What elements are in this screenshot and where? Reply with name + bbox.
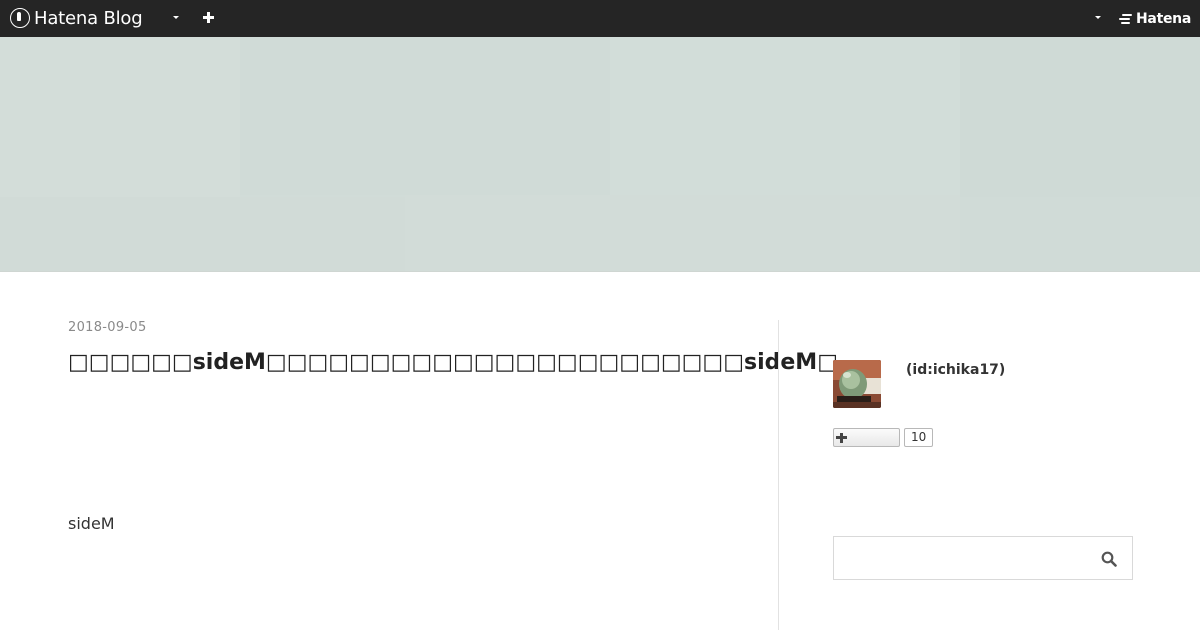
entry-article: 2018-09-05 □□□□□□sideM□□□□□□□□□□□□□□□□□□…	[68, 320, 838, 533]
logo-text: Hatena Blog	[34, 7, 143, 29]
hatena-logo[interactable]: Hatena	[1118, 9, 1191, 29]
blog-header-image	[0, 37, 1200, 272]
avatar[interactable]	[833, 360, 881, 408]
entry-date[interactable]: 2018-09-05	[68, 320, 748, 335]
column-divider	[778, 320, 779, 630]
entry-title[interactable]: □□□□□□sideM□□□□□□□□□□□□□□□□□□□□□□□sideM□	[68, 348, 838, 378]
add-entry-plus-icon[interactable]	[202, 11, 216, 25]
follow-plus-button[interactable]	[833, 428, 900, 447]
follow-row: 10	[833, 428, 934, 447]
search-button[interactable]	[1086, 537, 1132, 579]
search-module	[833, 536, 1133, 580]
hatena-blog-logo[interactable]: Hatena Blog	[10, 7, 143, 29]
profile-id[interactable]: (id:ichika17)	[906, 362, 1005, 378]
hatena-logo-text: Hatena	[1136, 11, 1191, 27]
magnifier-icon	[1101, 551, 1117, 567]
blog-menu-caret-down-icon[interactable]	[169, 11, 183, 25]
profile-module: (id:ichika17) 10	[833, 360, 1133, 447]
user-menu-caret-down-icon[interactable]	[1091, 11, 1105, 25]
search-input[interactable]	[834, 537, 1084, 579]
follower-count[interactable]: 10	[904, 428, 934, 447]
entry-body-text: sideM	[68, 514, 115, 533]
hatena-mark-icon	[1118, 13, 1134, 25]
global-header: Hatena Blog Hatena	[0, 0, 1200, 37]
hatena-blog-logo-icon	[10, 8, 30, 28]
